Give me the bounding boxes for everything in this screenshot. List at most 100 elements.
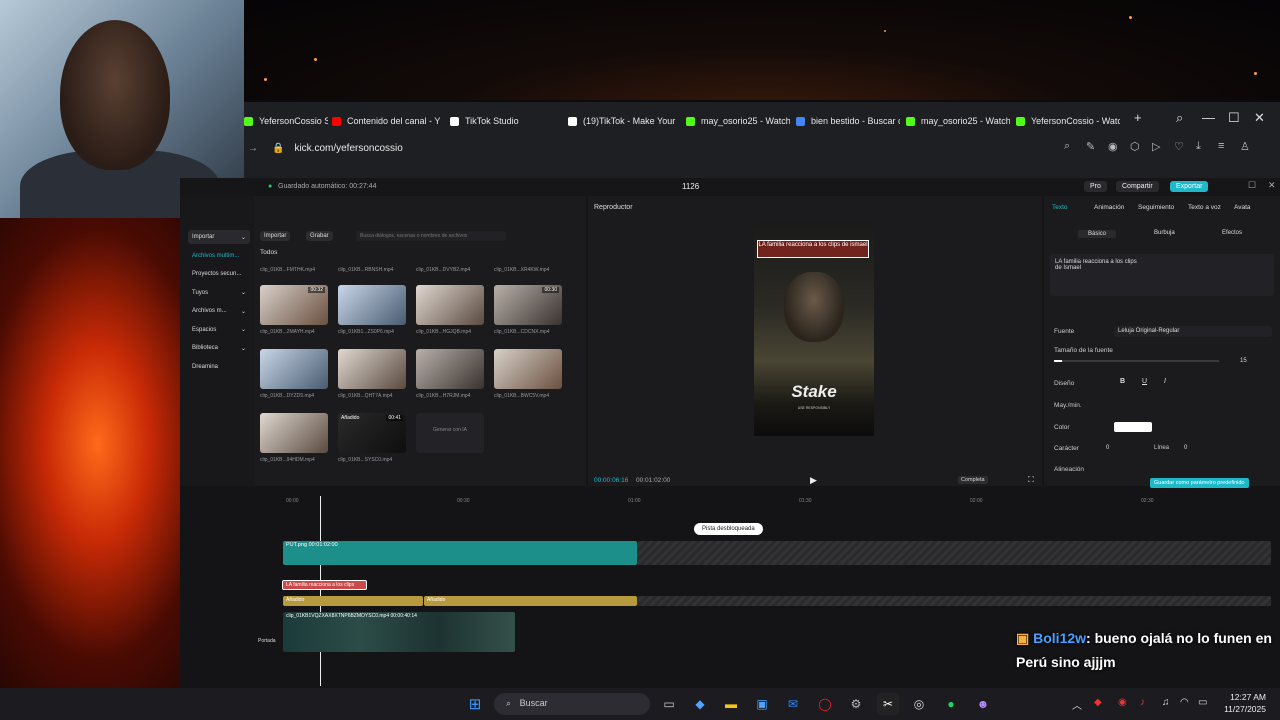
url-text[interactable]: kick.com/yefersoncossio [294,143,402,154]
chevron-up-icon[interactable]: ︿ [1072,697,1082,712]
tray-app-icon[interactable]: ◆ [1094,697,1102,708]
wifi-icon[interactable]: ◠ [1180,697,1189,708]
minimize-icon[interactable]: — [1202,110,1215,125]
media-thumbnail[interactable] [416,285,484,325]
underline-icon[interactable]: U [1142,378,1147,385]
nav-item[interactable]: Dreamina [188,360,250,374]
properties-tab[interactable]: Avata [1234,204,1251,211]
browser-tab[interactable]: TikTok Studio [450,108,562,134]
share-button[interactable]: Compartir [1116,181,1159,192]
menu-icon[interactable]: ≡ [1218,140,1224,152]
play-icon[interactable]: ▷ [1152,140,1160,153]
discord-icon[interactable]: ☻ [972,693,994,715]
bold-icon[interactable]: B [1120,378,1125,385]
caption-overlay[interactable]: LA familia reacciona a los clips de isma… [757,240,869,258]
nav-item[interactable]: Archivos multim... [188,249,250,263]
color-swatch[interactable] [1114,422,1152,432]
audio-clip-1[interactable]: Añadido [283,596,423,606]
properties-subtab[interactable]: Burbuja [1154,230,1175,236]
media-thumbnail[interactable] [260,349,328,389]
headset-icon[interactable]: ♫ [1162,697,1170,708]
browser-tab[interactable]: may_osorio25 - Watch [906,108,1010,134]
battery-icon[interactable]: ▭ [1198,697,1207,708]
download-icon[interactable]: ⤓ [1196,140,1201,153]
capcut-icon[interactable]: ✂ [877,693,899,715]
camera-icon[interactable]: ◉ [1108,140,1118,153]
pro-badge[interactable]: Pro [1084,181,1107,192]
browser-tab[interactable]: bien bestido - Buscar c [796,108,900,134]
properties-subtab[interactable]: Básico [1078,230,1117,238]
nav-item[interactable]: Espacios ⌄ [188,323,250,337]
clock-time[interactable]: 12:27 AM [1222,692,1266,702]
ratio-button[interactable]: Completa [958,476,988,484]
italic-icon[interactable]: I [1164,378,1166,385]
generate-ai-button[interactable]: Generar con IA [416,413,484,453]
address-bar[interactable]: → 🔒 kick.com/yefersoncossio [244,138,1280,158]
browser-tab[interactable]: YefersonCossio Stream [244,108,328,134]
media-thumbnail[interactable] [494,349,562,389]
shield-icon[interactable]: ⬡ [1130,140,1140,153]
settings-icon[interactable]: ⚙ [845,693,867,715]
main-video-clip[interactable]: clip_01KB1VQZXAX8XTNP6BZMOYSC0.mp4 00:00… [283,612,515,652]
start-icon[interactable]: ⊞ [464,693,486,715]
copilot-icon[interactable]: ◆ [689,693,711,715]
nav-item[interactable]: Biblioteca ⌄ [188,341,250,355]
clock-date[interactable]: 11/27/2025 [1216,704,1266,714]
obs-icon[interactable]: ◎ [908,693,930,715]
properties-subtab[interactable]: Efectos [1222,230,1242,236]
maximize-icon[interactable]: ☐ [1228,110,1240,126]
browser-tab[interactable]: YefersonCossio - Watch [1016,108,1120,134]
save-default-button[interactable]: Guardar como parámetro predefinido [1150,478,1249,488]
task-view-icon[interactable]: ▭ [658,693,680,715]
text-content-field[interactable]: LA familia reacciona a los clips de Isma… [1050,254,1274,296]
media-thumbnail[interactable] [338,285,406,325]
close-editor-icon[interactable]: ✕ [1268,180,1276,191]
back-icon[interactable]: → [248,143,258,154]
export-button[interactable]: Exportar [1170,181,1209,192]
size-value[interactable]: 15 [1240,358,1247,364]
browser-tab[interactable]: (19)TikTok - Make Your [568,108,680,134]
char-value[interactable]: 0 [1106,445,1109,451]
spotify-icon[interactable]: ● [940,693,962,715]
cover-label[interactable]: Portada [258,638,276,644]
fullscreen-icon[interactable]: ⛶ [1028,475,1034,485]
properties-tab[interactable]: Animación [1094,204,1124,211]
media-thumbnail[interactable] [260,413,328,453]
playhead[interactable] [320,496,321,686]
lines-value[interactable]: 0 [1184,445,1187,451]
search-icon[interactable]: ⌕ [1176,110,1183,126]
tray-record-icon[interactable]: ◉ [1118,697,1127,708]
browser-tab[interactable]: Contenido del canal - Y [332,108,444,134]
opera-icon[interactable]: ◯ [814,693,836,715]
video-preview[interactable]: LA familia reacciona a los clips de isma… [754,222,874,436]
audio-clip-2[interactable]: Añadido [424,596,637,606]
properties-tab[interactable]: Texto a voz [1188,204,1221,211]
font-select[interactable]: Leluja Original-Regular [1114,326,1272,337]
browser-tab[interactable]: may_osorio25 - Watch [686,108,790,134]
close-icon[interactable]: ✕ [1254,110,1265,126]
nav-item[interactable]: Importar ⌄ [188,230,250,244]
text-track-clip[interactable]: LA familia reacciona a los clips [282,580,367,590]
maximize-editor-icon[interactable]: ☐ [1248,180,1256,191]
size-slider-track[interactable] [1054,360,1219,362]
properties-tab[interactable]: Texto [1052,204,1068,211]
nav-item[interactable]: Archivos m... ⌄ [188,304,250,318]
edit-icon[interactable]: ✎ [1086,140,1095,153]
zoom-icon[interactable]: ⌕ [1064,140,1070,153]
file-explorer-icon[interactable]: ▬ [720,693,742,715]
media-thumbnail[interactable] [338,349,406,389]
video-track-clip[interactable]: PUT.png 00:01:02:00 [283,541,637,565]
media-thumbnail[interactable] [416,349,484,389]
play-icon[interactable]: ▶ [810,475,817,486]
heart-icon[interactable]: ♡ [1174,140,1184,153]
media-thumbnail[interactable]: 00:30 [494,285,562,325]
account-icon[interactable]: ♙ [1240,140,1250,153]
microphone-icon[interactable]: ♪ [1140,697,1145,708]
store-icon[interactable]: ▣ [751,693,773,715]
plus-icon[interactable]: + [1134,110,1142,125]
mail-icon[interactable]: ✉ [782,693,804,715]
media-thumbnail[interactable]: 00:32 [260,285,328,325]
media-thumbnail[interactable]: 00:41 Añadido [338,413,406,453]
nav-item[interactable]: Proyectos secun... [188,267,250,281]
taskbar-search[interactable]: ⌕ Buscar [494,693,650,715]
